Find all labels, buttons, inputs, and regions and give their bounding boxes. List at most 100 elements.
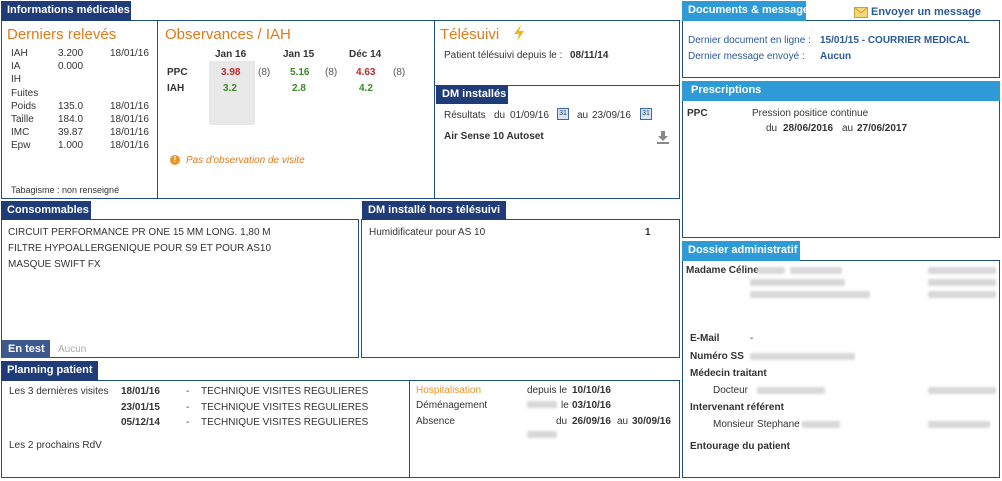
visit-date: 18/01/16 bbox=[121, 386, 160, 397]
iah-value: 4.2 bbox=[359, 83, 373, 94]
releve-date: 18/01/16 bbox=[110, 114, 149, 125]
event-mid: le bbox=[561, 400, 569, 412]
send-message-link[interactable]: Envoyer un message bbox=[871, 6, 981, 18]
visit-dash: - bbox=[186, 401, 190, 413]
visit-date: 23/01/15 bbox=[121, 401, 160, 413]
iah-value: 2.8 bbox=[292, 83, 306, 94]
releve-value: 39.87 bbox=[58, 127, 84, 139]
email-value: - bbox=[750, 333, 754, 344]
visit-desc: TECHNIQUE VISITES REGULIERES bbox=[201, 401, 369, 413]
medecin-name: Docteur bbox=[713, 385, 749, 396]
dm-hors-item-name: Humidificateur pour AS 10 bbox=[369, 227, 486, 238]
telesuivi-title: Télésuivi bbox=[440, 26, 500, 43]
results-du: du bbox=[494, 110, 506, 121]
consommable-item: FILTRE HYPOALLERGENIQUE POUR S9 ET POUR … bbox=[8, 243, 272, 254]
medecin-label: Médecin traitant bbox=[690, 368, 767, 379]
ppc-value: 4.63 bbox=[356, 67, 376, 78]
entourage-label: Entourage du patient bbox=[690, 441, 790, 452]
releve-date: 18/01/16 bbox=[110, 127, 149, 139]
redacted-text bbox=[802, 421, 840, 428]
redacted-text bbox=[928, 279, 996, 286]
derniers-releves-title: Derniers relevés bbox=[7, 26, 117, 43]
event-date: 10/10/16 bbox=[572, 385, 611, 396]
download-icon[interactable] bbox=[656, 130, 670, 147]
obs-col-dec14: Déc 14 bbox=[349, 49, 382, 60]
redacted-text bbox=[750, 353, 855, 360]
info-icon: ! bbox=[170, 155, 180, 165]
event-label: Absence bbox=[416, 415, 455, 427]
planning-header: Planning patient bbox=[1, 361, 98, 381]
releve-label: IH bbox=[11, 74, 21, 86]
obs-col-jan15: Jan 15 bbox=[283, 49, 315, 60]
redacted-text bbox=[750, 291, 870, 298]
calendar-icon[interactable]: 31 bbox=[640, 108, 652, 120]
results-label: Résultats bbox=[444, 110, 486, 121]
visit-dash: - bbox=[186, 417, 190, 428]
releve-date: 18/01/16 bbox=[110, 140, 149, 152]
divider bbox=[409, 381, 410, 477]
last-doc-value[interactable]: 15/01/15 - COURRIER MEDICAL bbox=[820, 35, 969, 46]
event-mid: depuis le bbox=[527, 385, 568, 396]
visit-dash: - bbox=[186, 386, 190, 397]
event-label: Hospitalisation bbox=[416, 385, 482, 396]
ppc-count: (8) bbox=[393, 67, 406, 78]
obs-col-jan16: Jan 16 bbox=[215, 49, 247, 60]
releve-label: IMC bbox=[11, 127, 30, 139]
email-label: E-Mail bbox=[690, 333, 720, 344]
event-date: 26/09/16 bbox=[572, 415, 611, 427]
redacted-text bbox=[757, 387, 825, 394]
releve-label: Taille bbox=[11, 114, 34, 125]
obs-row-ppc: PPC bbox=[167, 67, 188, 78]
divider bbox=[157, 21, 158, 198]
event-label: Déménagement bbox=[416, 400, 488, 412]
consommables-panel bbox=[1, 219, 359, 358]
ppc-count: (8) bbox=[258, 67, 271, 78]
envelope-icon[interactable] bbox=[854, 7, 868, 21]
results-from-date: 01/09/16 bbox=[510, 110, 549, 121]
results-au: au bbox=[577, 110, 589, 121]
prescription-du: du bbox=[766, 123, 778, 134]
releve-label: IAH bbox=[11, 48, 28, 59]
releve-date: 18/01/16 bbox=[110, 100, 149, 112]
divider bbox=[434, 21, 435, 198]
dm-hors-item-qty: 1 bbox=[645, 227, 651, 238]
event-mid: du bbox=[556, 415, 568, 427]
iah-value: 3.2 bbox=[223, 83, 237, 94]
last-visits-label: Les 3 dernières visites bbox=[9, 386, 109, 397]
ppc-count: (8) bbox=[325, 67, 338, 78]
redacted-text bbox=[527, 431, 557, 438]
releve-label: Epw bbox=[11, 140, 31, 152]
patient-name: Madame Céline bbox=[686, 265, 759, 276]
redacted-text bbox=[790, 267, 842, 274]
last-msg-label: Dernier message envoyé : bbox=[688, 51, 805, 62]
releve-value: 184.0 bbox=[58, 114, 84, 125]
consommables-header: Consommables bbox=[1, 201, 91, 220]
event-au: au bbox=[617, 415, 629, 427]
releve-date: 18/01/16 bbox=[110, 48, 149, 59]
prescriptions-header: Prescriptions bbox=[682, 81, 1000, 101]
prescription-from: 28/06/2016 bbox=[783, 123, 834, 134]
consommable-item: CIRCUIT PERFORMANCE PR ONE 15 MM LONG. 1… bbox=[8, 227, 271, 238]
event-date: 03/10/16 bbox=[572, 400, 611, 412]
redacted-text bbox=[527, 401, 557, 408]
documents-panel bbox=[682, 20, 1000, 78]
redacted-text bbox=[928, 421, 990, 428]
telesuivi-since-date: 08/11/14 bbox=[570, 50, 609, 61]
prescription-type: PPC bbox=[687, 108, 708, 119]
ppc-value: 3.98 bbox=[221, 67, 241, 78]
releve-value: 1.000 bbox=[58, 140, 84, 152]
device-name: Air Sense 10 Autoset bbox=[444, 131, 544, 142]
telesuivi-since-label: Patient télésuivi depuis le : bbox=[444, 50, 563, 61]
dm-hors-panel bbox=[361, 219, 680, 358]
no-visit-note: Pas d'observation de visite bbox=[186, 155, 305, 166]
intervenant-label: Intervenant référent bbox=[690, 402, 784, 413]
dm-hors-header: DM installé hors télésuivi bbox=[362, 201, 506, 220]
last-doc-label: Dernier document en ligne : bbox=[688, 35, 811, 46]
calendar-icon[interactable]: 31 bbox=[557, 108, 569, 120]
visit-desc: TECHNIQUE VISITES REGULIERES bbox=[201, 417, 369, 428]
redacted-text bbox=[928, 267, 996, 274]
releve-value: 3.200 bbox=[58, 48, 84, 59]
visit-date: 05/12/14 bbox=[121, 417, 160, 428]
prescription-desc: Pression positice continue bbox=[752, 108, 869, 119]
releve-label: Poids bbox=[11, 100, 37, 112]
